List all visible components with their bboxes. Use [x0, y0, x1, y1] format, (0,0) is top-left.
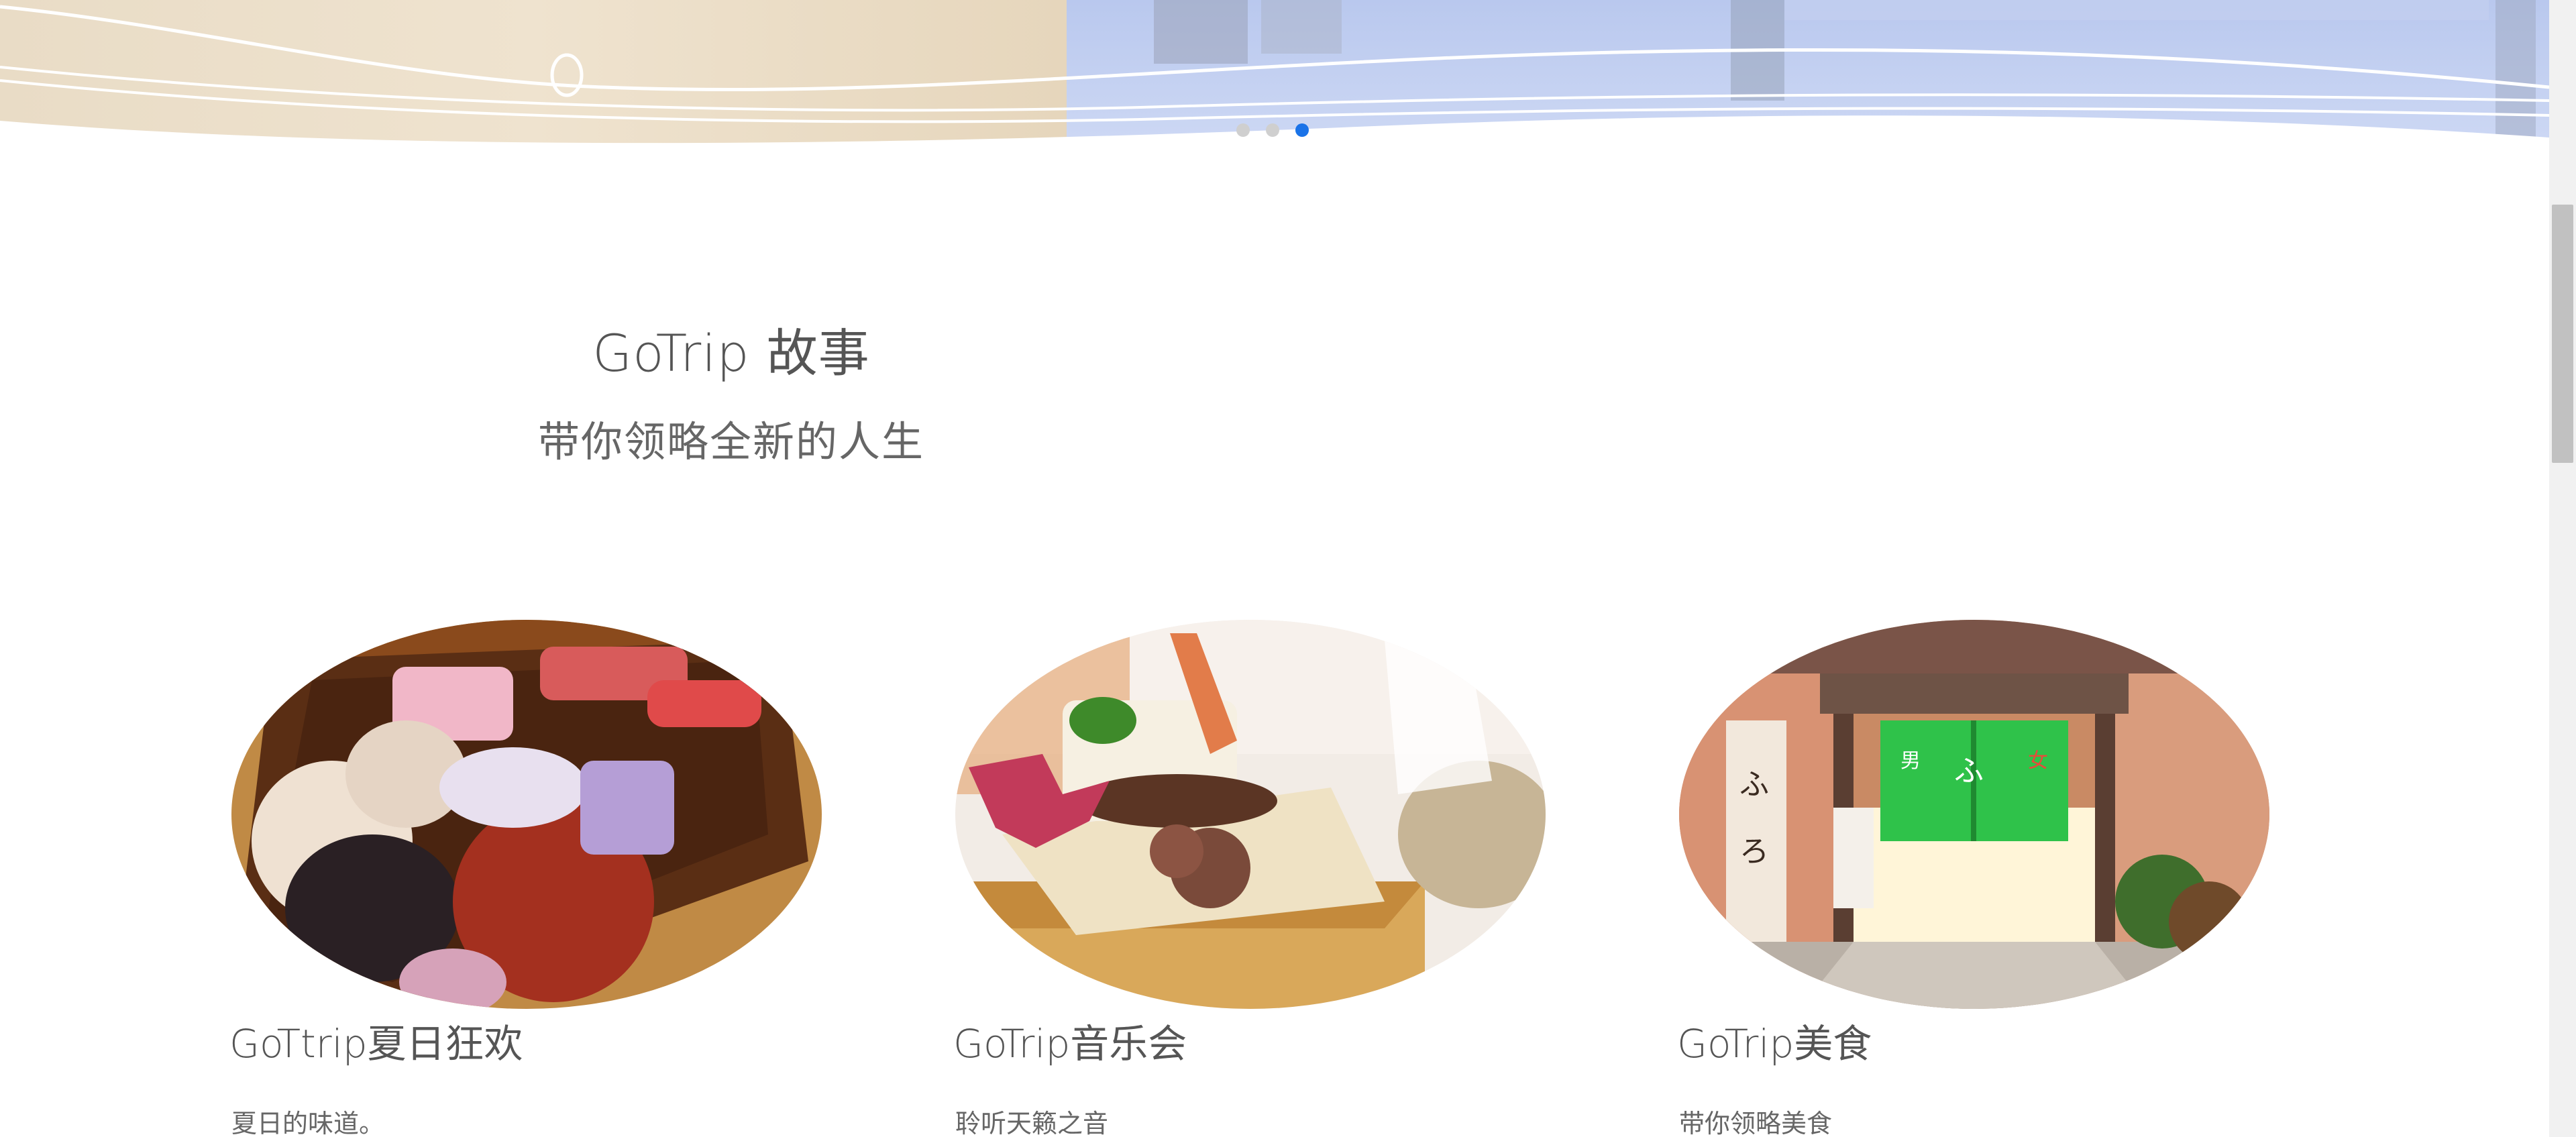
svg-text:ふ: ふ: [1739, 767, 1769, 802]
summer-festival-image[interactable]: [231, 620, 822, 1009]
page: GoTrip 故事 带你领略全新的人生 GoTtrip夏日狂欢 夏日的味道。 G…: [0, 0, 2576, 1137]
scrollbar-thumb[interactable]: [2552, 205, 2573, 463]
svg-text:ろ: ろ: [1739, 834, 1769, 869]
story-card-food[interactable]: 男 女 ふ ふ ろ GoTrip美食 带你领略美食: [1677, 620, 2269, 1137]
onsen-entrance-image[interactable]: 男 女 ふ ふ ろ: [1679, 620, 2269, 1009]
card-title-summer[interactable]: GoTtrip夏日狂欢: [229, 1012, 523, 1069]
card-desc-summer: 夏日的味道。: [231, 1109, 385, 1137]
carousel-dot-3[interactable]: [1295, 123, 1309, 137]
card-desc-concert: 聆听天籁之音: [955, 1109, 1109, 1137]
hero-carousel[interactable]: [0, 0, 2549, 144]
carousel-dots: [1236, 123, 1309, 137]
story-card-summer[interactable]: GoTtrip夏日狂欢 夏日的味道。: [229, 620, 822, 1137]
card-desc-food: 带你领略美食: [1679, 1109, 1833, 1137]
story-title: GoTrip 故事: [592, 323, 870, 383]
story-subtitle: 带你领略全新的人生: [537, 417, 924, 466]
carousel-dot-1[interactable]: [1236, 123, 1250, 137]
card-title-concert[interactable]: GoTrip音乐会: [953, 1012, 1187, 1069]
story-card-concert[interactable]: GoTrip音乐会 聆听天籁之音: [953, 620, 1546, 1137]
svg-text:女: 女: [2028, 749, 2048, 773]
hero-banner-image: [0, 0, 2549, 144]
svg-text:ふ: ふ: [1954, 754, 1984, 788]
card-title-food[interactable]: GoTrip美食: [1677, 1012, 1872, 1069]
page-scrollbar[interactable]: [2549, 0, 2576, 1137]
concert-food-image[interactable]: [955, 620, 1546, 1009]
carousel-dot-2[interactable]: [1266, 123, 1279, 137]
svg-text:男: 男: [1900, 749, 1921, 773]
